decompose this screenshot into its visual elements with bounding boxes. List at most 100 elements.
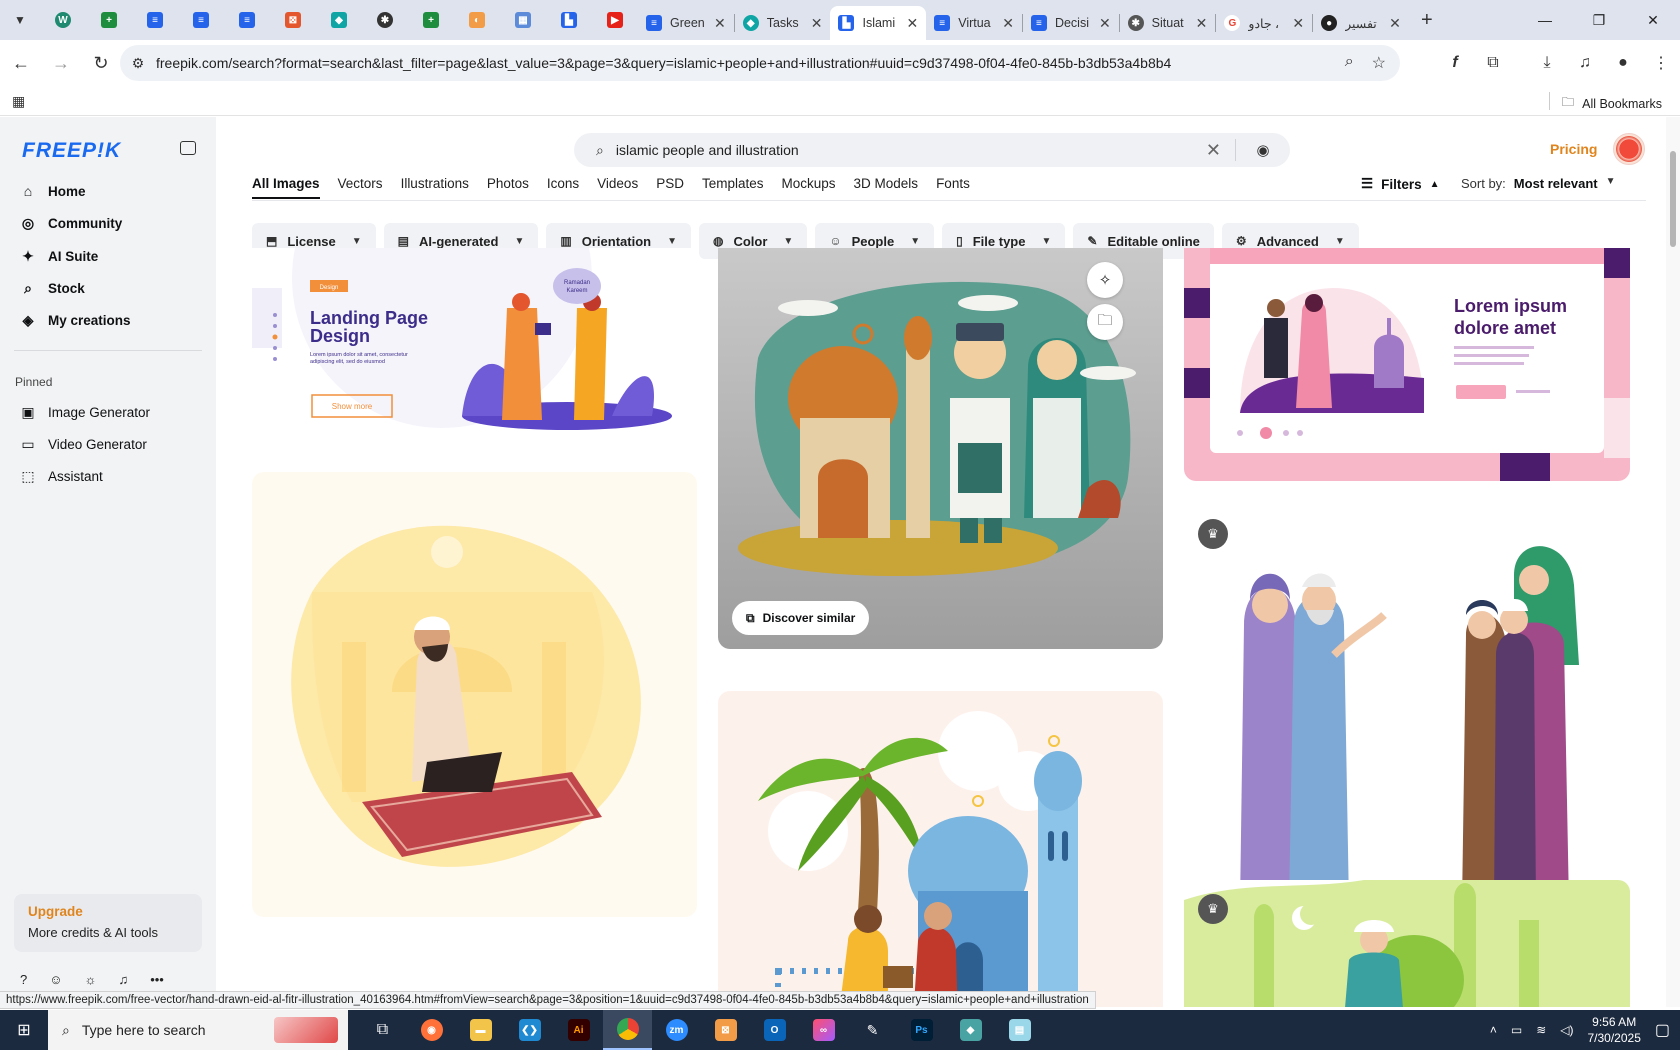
app-diamond-icon[interactable]: ◆: [946, 1010, 995, 1050]
browser-tab[interactable]: ≡ Virtua ✕: [926, 7, 1022, 39]
notification-bell-icon[interactable]: ♫: [118, 972, 128, 987]
file-explorer-icon[interactable]: ▬: [456, 1010, 505, 1050]
image-card-lorem-landing[interactable]: Lorem ipsum dolore amet: [1184, 248, 1630, 481]
wifi-icon[interactable]: ≋: [1536, 1023, 1546, 1037]
forward-arrow-icon[interactable]: →: [42, 44, 80, 82]
tab-vectors[interactable]: Vectors: [338, 176, 383, 199]
sidebar-item-ai-suite[interactable]: ✦ AI Suite: [20, 248, 98, 265]
browser-tab[interactable]: ≡ Green ✕: [638, 7, 734, 39]
restore-icon[interactable]: ❐: [1572, 0, 1626, 40]
clear-search-icon[interactable]: ✕: [1206, 140, 1221, 161]
photoshop-icon[interactable]: Ps: [897, 1010, 946, 1050]
illustrator-icon[interactable]: Ai: [554, 1010, 603, 1050]
browser-tab[interactable]: ✱ Situat ✕: [1120, 7, 1216, 39]
search-bar[interactable]: ⌕ islamic people and illustration ✕ ◉: [574, 133, 1290, 167]
app-notes-icon[interactable]: ▤: [995, 1010, 1044, 1050]
ai-edit-sparkle-button[interactable]: ✧: [1087, 262, 1123, 298]
task-view-icon[interactable]: ⧉: [358, 1010, 407, 1050]
bookmark-star-icon[interactable]: ☆: [1372, 53, 1386, 73]
pen-tool-icon[interactable]: ✎: [848, 1010, 897, 1050]
vscode-icon[interactable]: ❮❯: [505, 1010, 554, 1050]
pinned-tab[interactable]: ≡: [178, 0, 224, 40]
outlook-icon[interactable]: O: [750, 1010, 799, 1050]
pinned-tab[interactable]: ⊠: [270, 0, 316, 40]
profile-avatar-icon[interactable]: ●: [1604, 48, 1642, 78]
help-icon[interactable]: ?: [20, 972, 27, 987]
url-text[interactable]: freepik.com/search?format=search&last_fi…: [156, 55, 1345, 71]
close-icon[interactable]: ✕: [714, 15, 726, 32]
scrollbar-thumb[interactable]: [1670, 151, 1676, 247]
minimize-icon[interactable]: —: [1518, 0, 1572, 40]
browser-tab[interactable]: ◆ Tasks ✕: [735, 7, 831, 39]
close-icon[interactable]: ✕: [906, 15, 918, 32]
sidebar-item-community[interactable]: ◎ Community: [20, 215, 122, 232]
pinned-tab[interactable]: +: [408, 0, 454, 40]
chrome-icon[interactable]: [603, 1010, 652, 1050]
app-x-icon[interactable]: ⊠: [701, 1010, 750, 1050]
tab-photos[interactable]: Photos: [487, 176, 529, 199]
close-icon[interactable]: ✕: [1389, 15, 1401, 32]
apps-grid-icon[interactable]: ▦: [12, 93, 25, 110]
close-icon[interactable]: ✕: [1292, 15, 1304, 32]
upgrade-card[interactable]: Upgrade More credits & AI tools: [14, 894, 202, 952]
search-input[interactable]: islamic people and illustration: [616, 142, 1206, 158]
zoom-app-icon[interactable]: zm: [652, 1010, 701, 1050]
discover-similar-button[interactable]: ⧉ Discover similar: [732, 601, 870, 635]
image-card-green-mosque[interactable]: ♛: [1184, 880, 1630, 1007]
pinned-tab[interactable]: ◆: [316, 0, 362, 40]
pinned-tab[interactable]: ✱: [362, 0, 408, 40]
browser-tab[interactable]: ● تفسير ✕: [1313, 7, 1409, 39]
pinned-tab[interactable]: ▙: [546, 0, 592, 40]
creative-cloud-icon[interactable]: ∞: [799, 1010, 848, 1050]
collapse-sidebar-icon[interactable]: [180, 141, 196, 155]
image-card-prayer-man[interactable]: [252, 472, 697, 917]
pinned-tab[interactable]: W: [40, 0, 86, 40]
site-info-icon[interactable]: ⚙: [120, 55, 156, 72]
sidebar-item-assistant[interactable]: ⬚ Assistant: [20, 468, 102, 485]
notifications-icon[interactable]: ▢: [1655, 1020, 1670, 1040]
filters-button[interactable]: ☰ Filters ▲: [1361, 176, 1440, 192]
taskbar-search-box[interactable]: ⌕ Type here to search: [48, 1010, 348, 1050]
download-icon[interactable]: ⤓: [1528, 48, 1566, 78]
camera-search-icon[interactable]: ◉: [1236, 141, 1290, 159]
pinned-tab[interactable]: ≡: [224, 0, 270, 40]
tab-illustrations[interactable]: Illustrations: [401, 176, 469, 199]
tab-mockups[interactable]: Mockups: [782, 176, 836, 199]
firefox-icon[interactable]: ◉: [407, 1010, 456, 1050]
all-bookmarks[interactable]: 🗀 All Bookmarks: [1562, 93, 1662, 114]
freepik-logo[interactable]: FREEP!K: [22, 139, 121, 163]
save-to-collection-button[interactable]: 🗀: [1087, 304, 1123, 340]
image-card-mosque-people[interactable]: ✧ 🗀 ⧉ Discover similar: [718, 248, 1163, 649]
browser-tab-active[interactable]: ▙ Islami ✕: [830, 6, 927, 40]
puzzle-icon[interactable]: ⧉: [1474, 48, 1512, 78]
tab-videos[interactable]: Videos: [597, 176, 638, 199]
extension-f-icon[interactable]: f: [1436, 48, 1474, 78]
taskbar-clock[interactable]: 9:56 AM 7/30/2025: [1587, 1014, 1640, 1046]
theme-sun-icon[interactable]: ☼: [85, 972, 97, 987]
volume-icon[interactable]: ◁): [1560, 1023, 1573, 1037]
media-icon[interactable]: ♫: [1566, 48, 1604, 78]
image-card-families-greeting[interactable]: ♛: [1184, 505, 1630, 923]
tab-fonts[interactable]: Fonts: [936, 176, 970, 199]
pricing-link[interactable]: Pricing: [1550, 141, 1597, 157]
windows-start-icon[interactable]: ⊞: [0, 1010, 48, 1050]
close-icon[interactable]: ✕: [1196, 15, 1208, 32]
tab-search-chevron-icon[interactable]: ▼: [0, 0, 40, 40]
pinned-tab[interactable]: ≡: [132, 0, 178, 40]
kebab-menu-icon[interactable]: ⋮: [1642, 48, 1680, 78]
browser-tab[interactable]: G جادو ، ✕: [1216, 7, 1312, 39]
tab-templates[interactable]: Templates: [702, 176, 764, 199]
user-avatar[interactable]: [1613, 133, 1645, 165]
pinned-tab[interactable]: +: [86, 0, 132, 40]
sidebar-item-image-generator[interactable]: ▣ Image Generator: [20, 404, 150, 421]
zoom-icon[interactable]: ⌕: [1345, 53, 1354, 73]
close-icon[interactable]: ✕: [811, 15, 823, 32]
new-tab-button[interactable]: +: [1409, 0, 1445, 40]
image-card-mosque-palm[interactable]: [718, 691, 1163, 1007]
reload-icon[interactable]: ↻: [82, 44, 120, 82]
sidebar-item-home[interactable]: ⌂ Home: [20, 183, 86, 199]
tab-3d-models[interactable]: 3D Models: [854, 176, 919, 199]
browser-tab[interactable]: ≡ Decisi ✕: [1023, 7, 1119, 39]
address-bar[interactable]: ⚙ freepik.com/search?format=search&last_…: [120, 45, 1400, 81]
pinned-tab[interactable]: ▦: [500, 0, 546, 40]
